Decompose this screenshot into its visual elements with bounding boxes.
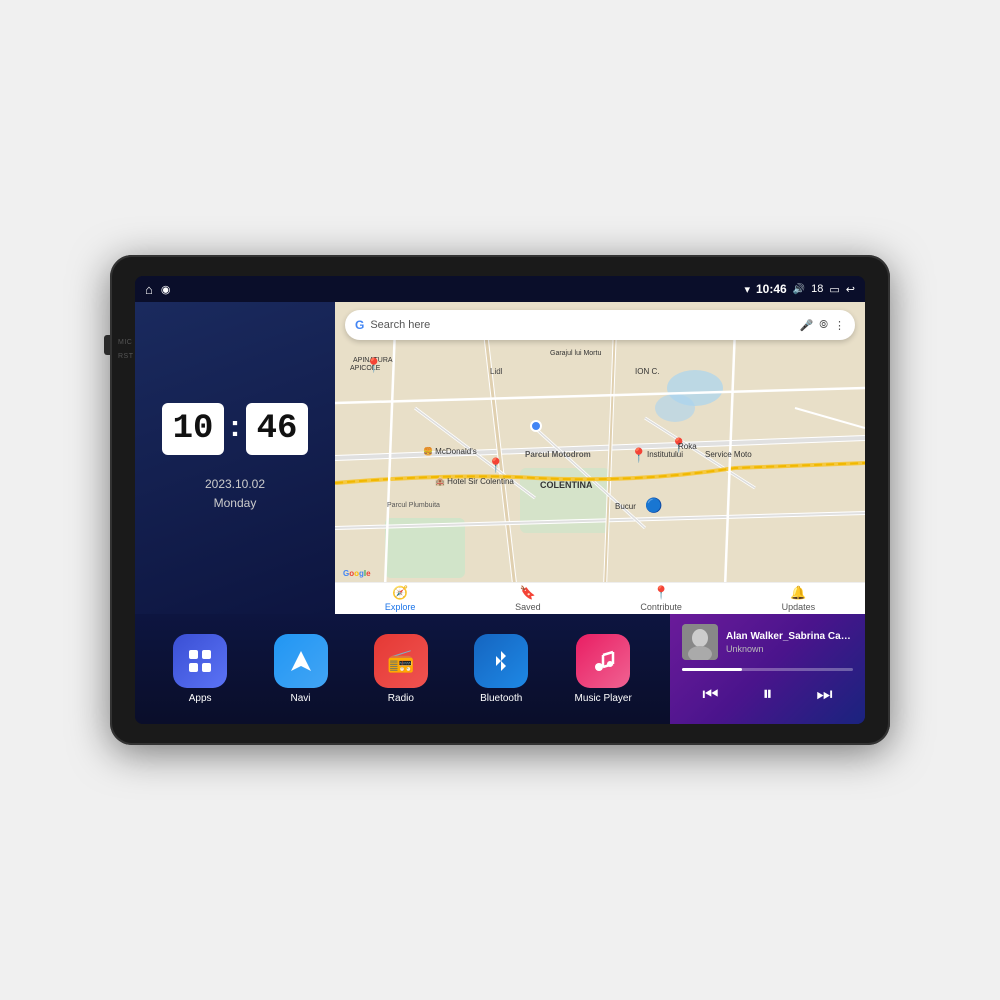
app-icon-bluetooth[interactable]: Bluetooth	[474, 634, 528, 704]
map-label-hotel: 🏨 Hotel Sir Colentina	[435, 477, 514, 486]
clock-date: 2023.10.02 Monday	[205, 475, 265, 513]
prev-button[interactable]: ⏮	[696, 679, 726, 709]
map-tab-updates[interactable]: 🔔 Updates	[782, 585, 816, 612]
map-pin-institut: 📍	[630, 447, 647, 464]
apps-label: Apps	[189, 693, 212, 704]
map-pin-hotel: 📍	[487, 457, 504, 474]
status-left: ⌂ ◉	[145, 282, 170, 297]
music-icon-circle	[576, 634, 630, 688]
play-pause-button[interactable]: ⏸	[753, 679, 783, 709]
next-button[interactable]: ⏭	[810, 679, 840, 709]
app-icon-radio[interactable]: 📻 Radio	[374, 634, 428, 704]
map-background: APINATURA APICOLE Lidl Garajul lui Mortu…	[335, 302, 865, 614]
clock-widget: 10 : 46 2023.10.02 Monday	[135, 302, 335, 614]
saved-label: Saved	[515, 602, 541, 612]
voice-search-icon[interactable]: 🎤	[799, 319, 813, 332]
clock-display: 10 : 46	[162, 403, 308, 455]
status-time: 10:46	[756, 282, 787, 296]
clock-colon: :	[230, 410, 240, 444]
music-title: Alan Walker_Sabrina Carpenter_F...	[726, 631, 853, 642]
map-bottom-bar: 🧭 Explore 🔖 Saved 📍 Contribute 🔔	[335, 582, 865, 614]
wifi-icon: ▾	[744, 283, 750, 296]
top-section: 10 : 46 2023.10.02 Monday	[135, 302, 865, 614]
map-tab-contribute[interactable]: 📍 Contribute	[640, 585, 682, 612]
radio-label: Radio	[388, 693, 414, 704]
bluetooth-icon-circle	[474, 634, 528, 688]
map-pin-icon[interactable]: ◉	[161, 283, 171, 296]
back-icon[interactable]: ↩	[846, 283, 855, 296]
explore-label: Explore	[385, 602, 416, 612]
google-logo: Google	[343, 569, 371, 578]
google-maps-icon: G	[355, 318, 364, 332]
current-location-dot	[530, 420, 542, 432]
map-tab-explore[interactable]: 🧭 Explore	[385, 585, 416, 612]
status-bar: ⌂ ◉ ▾ 10:46 🔊 18 ▭ ↩	[135, 276, 865, 302]
navi-label: Navi	[291, 693, 311, 704]
map-label-lidl: Lidl	[490, 367, 502, 376]
map-area[interactable]: APINATURA APICOLE Lidl Garajul lui Mortu…	[335, 302, 865, 614]
side-button[interactable]	[104, 335, 110, 355]
saved-icon: 🔖	[520, 585, 536, 601]
map-svg	[335, 302, 865, 614]
music-progress-fill	[682, 668, 742, 671]
map-label-plumbuita: Parcul Plumbuita	[387, 502, 440, 509]
app-icon-navi[interactable]: Navi	[274, 634, 328, 704]
map-search-bar[interactable]: G Search here 🎤 ⦾ ⋮	[345, 310, 855, 340]
map-label-mcdonald: 🍔 McDonald's	[423, 447, 477, 456]
contribute-label: Contribute	[640, 602, 682, 612]
status-right: ▾ 10:46 🔊 18 ▭ ↩	[744, 282, 855, 296]
navi-icon-circle	[274, 634, 328, 688]
lens-icon[interactable]: ⦾	[819, 319, 828, 332]
music-player-widget: Alan Walker_Sabrina Carpenter_F... Unkno…	[670, 614, 865, 724]
music-text: Alan Walker_Sabrina Carpenter_F... Unkno…	[726, 631, 853, 654]
screen: ⌂ ◉ ▾ 10:46 🔊 18 ▭ ↩ 10 :	[135, 276, 865, 724]
map-search-actions: 🎤 ⦾ ⋮	[799, 319, 845, 332]
music-controls: ⏮ ⏸ ⏭	[682, 679, 853, 709]
volume-icon: 🔊	[793, 284, 805, 295]
music-progress-bar[interactable]	[682, 668, 853, 671]
updates-icon: 🔔	[790, 585, 806, 601]
map-search-text: Search here	[370, 319, 793, 331]
rst-label: RST	[118, 353, 134, 360]
map-label-bucur: Bucur	[615, 502, 636, 511]
radio-icon-circle: 📻	[374, 634, 428, 688]
map-tab-saved[interactable]: 🔖 Saved	[515, 585, 541, 612]
music-artist: Unknown	[726, 644, 853, 654]
app-icon-apps[interactable]: Apps	[173, 634, 227, 704]
music-album-art	[682, 624, 718, 660]
map-label-colentina: COLENTINA	[540, 480, 593, 490]
bluetooth-label: Bluetooth	[480, 693, 522, 704]
menu-dots-icon[interactable]: ⋮	[834, 319, 845, 332]
music-info: Alan Walker_Sabrina Carpenter_F... Unkno…	[682, 624, 853, 660]
map-label-ion: ION C.	[635, 367, 659, 376]
mic-label: MIC	[118, 339, 132, 346]
contribute-icon: 📍	[653, 585, 669, 601]
app-icons-area: Apps Navi 📻 Radio	[135, 614, 670, 724]
car-head-unit: MIC RST ⌂ ◉ ▾ 10:46 🔊 18 ▭ ↩	[110, 255, 890, 745]
apps-icon-circle	[173, 634, 227, 688]
window-icon: ▭	[829, 283, 839, 296]
map-label-roka: Roka	[678, 442, 697, 451]
main-content: 10 : 46 2023.10.02 Monday	[135, 302, 865, 724]
battery-count: 18	[811, 283, 823, 295]
map-label-motodrom: Parcul Motodrom	[525, 450, 591, 459]
home-icon[interactable]: ⌂	[145, 282, 153, 297]
music-player-label: Music Player	[575, 693, 632, 704]
map-label-service: Service Moto	[705, 450, 752, 459]
bottom-section: Apps Navi 📻 Radio	[135, 614, 865, 724]
explore-icon: 🧭	[392, 585, 408, 601]
map-label-garajul: Garajul lui Mortu	[550, 350, 601, 357]
clock-hours: 10	[162, 403, 224, 455]
map-pin-1: 📍	[365, 357, 382, 374]
clock-minutes: 46	[246, 403, 308, 455]
updates-label: Updates	[782, 602, 816, 612]
map-pin-bucur: 🔵	[645, 497, 662, 514]
app-icon-music[interactable]: Music Player	[575, 634, 632, 704]
